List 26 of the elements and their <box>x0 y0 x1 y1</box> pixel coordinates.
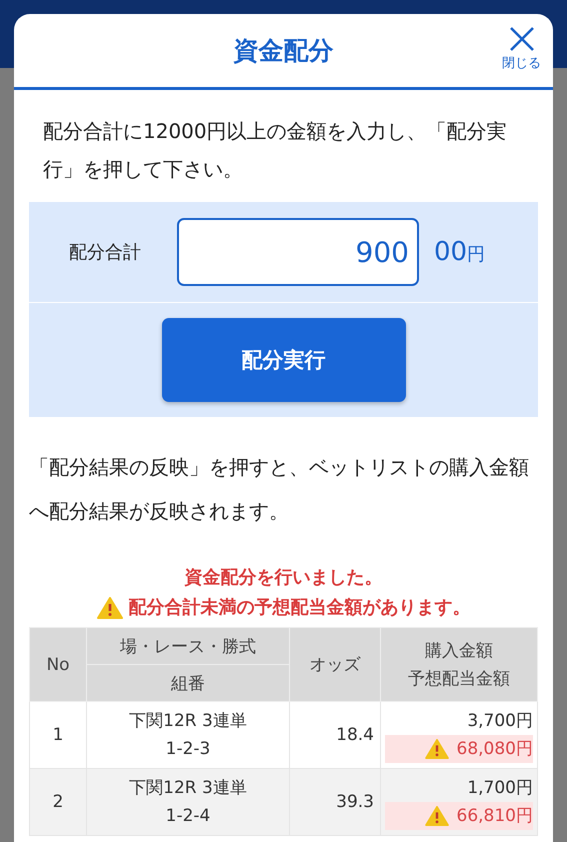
close-icon <box>508 26 534 52</box>
column-header: 組番 <box>86 664 290 702</box>
column-header: 場・レース・勝式 <box>86 628 290 664</box>
warning-icon <box>96 597 122 619</box>
table-cell: 下関12R 3連単 1-2-4 <box>86 768 290 836</box>
purchase-amount: 1,700円 <box>466 777 533 800</box>
warning-icon <box>424 806 449 826</box>
total-label: 配分合計 <box>69 241 142 264</box>
table-cell: 2 <box>30 768 86 836</box>
instruction-text: 配分合計に12000円以上の金額を入力し、「配分実行」を押して下さい。 <box>42 118 508 183</box>
column-header: 購入金額 予想配当金額 <box>380 628 538 702</box>
column-header: No <box>30 628 86 702</box>
total-input[interactable]: 900 <box>177 218 419 286</box>
close-button[interactable]: 閉じる <box>502 26 541 72</box>
status-message: 資金配分を行いました。 <box>184 566 382 590</box>
amount-suffix: 00円 <box>434 237 486 267</box>
payout-amount: 68,080円 <box>385 735 533 763</box>
table-cell: 39.3 <box>290 768 380 836</box>
purchase-amount: 3,700円 <box>466 710 533 733</box>
status-message: 配分合計未満の予想配当金額があります。 <box>128 596 470 620</box>
note-text: 「配分結果の反映」を押すと、ベットリストの購入金額へ配分結果が反映されます。 <box>29 454 530 525</box>
column-header: オッズ <box>290 628 380 702</box>
execute-button[interactable]: 配分実行 <box>162 318 406 402</box>
warning-icon <box>424 739 449 759</box>
payout-amount: 66,810円 <box>385 802 533 830</box>
modal-title: 資金配分 <box>234 35 334 67</box>
